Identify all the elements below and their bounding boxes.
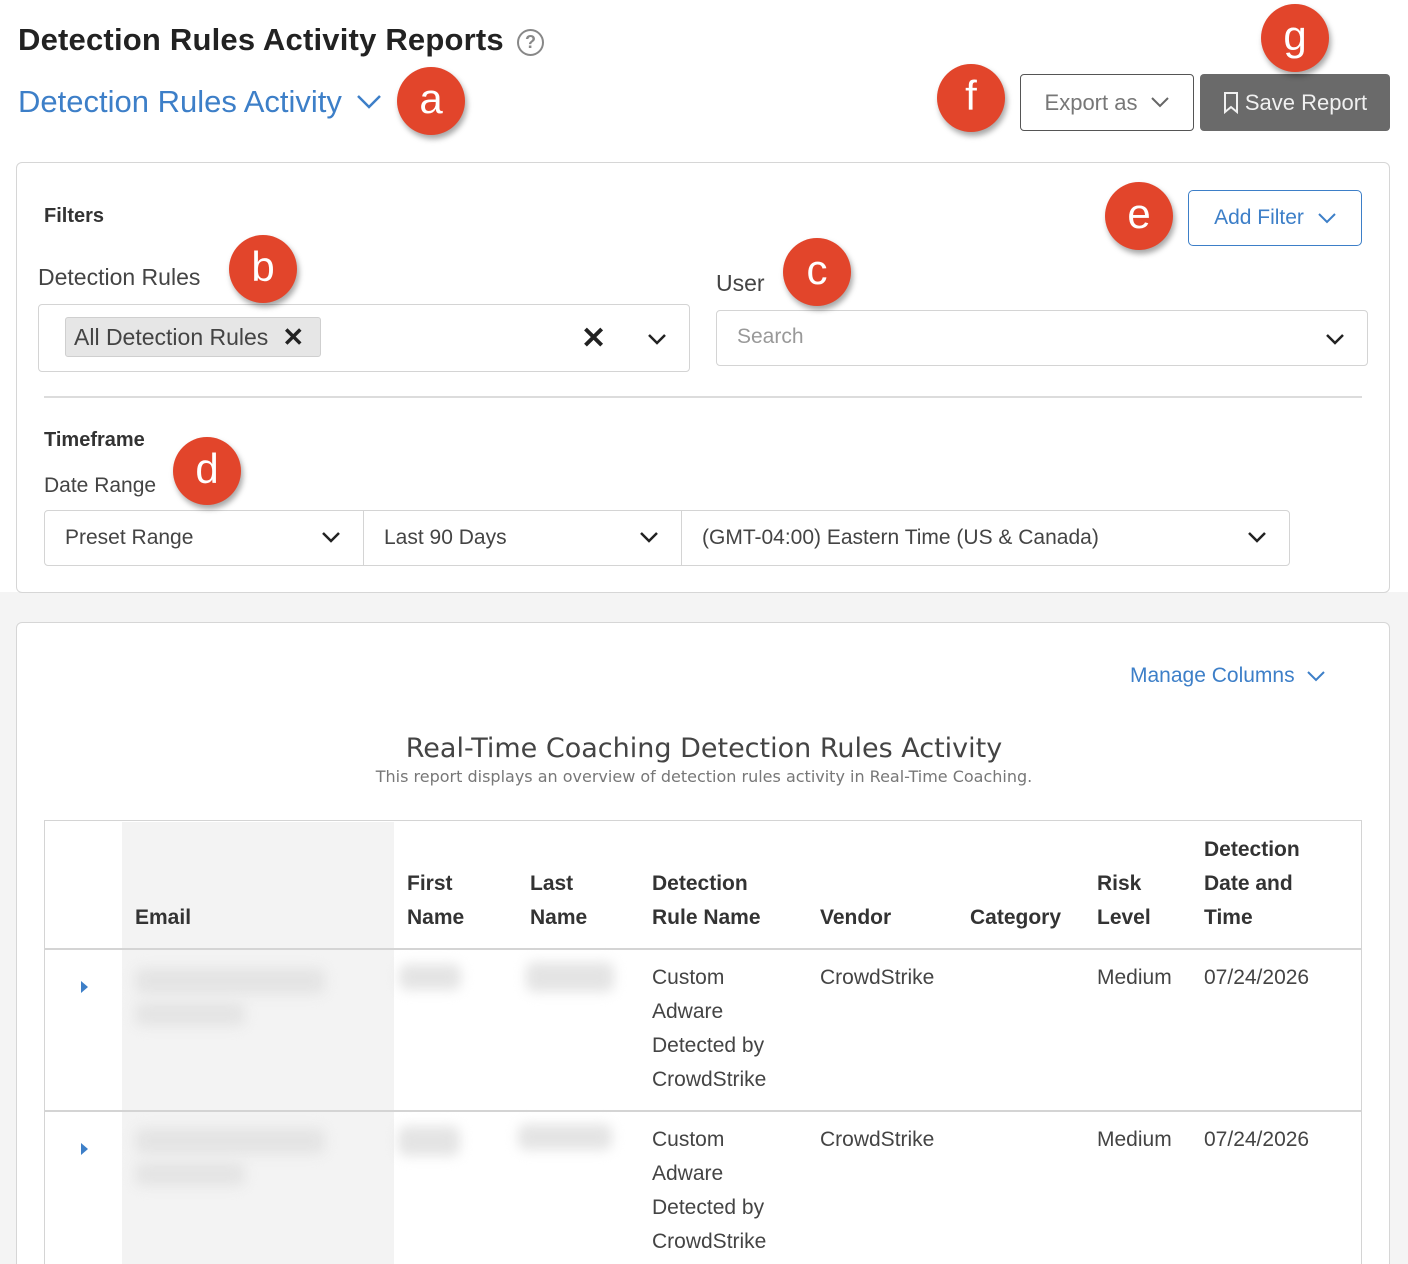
header-line: Time [1204, 906, 1253, 929]
rule-name-line: CrowdStrike [652, 1230, 767, 1253]
rule-name-line: Adware [652, 1000, 724, 1023]
preset-range-select[interactable]: Preset Range [44, 510, 364, 566]
vendor-cell: CrowdStrike [820, 1128, 935, 1151]
chevron-down-icon [1248, 532, 1266, 543]
redacted-last-name [526, 962, 614, 992]
clear-selection-icon[interactable]: ✕ [581, 321, 606, 356]
column-header-detection-rule-name[interactable]: Detection Rule Name [652, 867, 761, 935]
column-header-detection-date[interactable]: Detection Date and Time [1204, 833, 1300, 935]
page-title: Detection Rules Activity Reports [18, 22, 504, 57]
save-report-button[interactable]: Save Report [1200, 74, 1390, 131]
header-line: Risk [1097, 872, 1142, 895]
redacted-email [135, 1162, 245, 1186]
export-as-label: Export as [1044, 89, 1138, 115]
header-line: Name [407, 906, 465, 929]
row-divider [45, 1110, 1361, 1112]
header-line: Date and [1204, 872, 1293, 895]
chevron-down-icon [1306, 670, 1325, 681]
filters-heading: Filters [44, 205, 105, 227]
risk-level-cell: Medium [1097, 1128, 1172, 1151]
callout-badge-b: b [229, 235, 297, 303]
chevron-down-icon [322, 532, 340, 543]
add-filter-label: Add Filter [1214, 206, 1304, 229]
filters-divider [44, 396, 1362, 398]
column-header-vendor[interactable]: Vendor [820, 901, 891, 935]
column-header-email[interactable]: Email [135, 901, 191, 935]
callout-badge-g: g [1261, 4, 1329, 72]
detection-rules-chip: All Detection Rules ✕ [65, 317, 322, 357]
header-line: Detection [652, 872, 748, 895]
chevron-down-icon[interactable] [1325, 333, 1345, 345]
user-search-placeholder: Search [737, 325, 804, 348]
timeframe-heading: Timeframe [44, 429, 145, 451]
header-line: First [407, 872, 453, 895]
user-label: User [716, 270, 765, 296]
redacted-first-name [398, 1126, 460, 1156]
bookmark-icon [1223, 91, 1238, 114]
report-subtitle: This report displays an overview of dete… [375, 767, 1033, 786]
header-line: Detection [1204, 838, 1300, 861]
preset-range-value: Preset Range [65, 526, 194, 549]
rule-name-line: Detected by [652, 1196, 765, 1219]
date-range-label: Date Range [44, 474, 157, 497]
rule-name-cell: Custom Adware Detected by CrowdStrike [652, 961, 766, 1097]
manage-columns-label: Manage Columns [1130, 664, 1295, 687]
header-line: Name [530, 906, 588, 929]
risk-level-cell: Medium [1097, 966, 1172, 989]
rule-name-line: Custom [652, 1128, 725, 1151]
chevron-down-icon[interactable] [647, 333, 667, 345]
rule-name-line: Adware [652, 1162, 724, 1185]
manage-columns-button[interactable]: Manage Columns [1130, 664, 1325, 688]
email-column-highlight [122, 822, 394, 1264]
vendor-cell: CrowdStrike [820, 966, 935, 989]
chip-label: All Detection Rules [74, 323, 269, 350]
callout-badge-f: f [937, 64, 1005, 132]
redacted-first-name [399, 964, 461, 990]
header-line: Level [1097, 906, 1151, 929]
report-selector-dropdown[interactable]: Detection Rules Activity [18, 84, 382, 120]
detection-date-cell: 07/24/2026 [1204, 1128, 1310, 1151]
chevron-down-icon [640, 532, 658, 543]
column-header-risk-level[interactable]: Risk Level [1097, 867, 1151, 935]
column-header-first-name[interactable]: First Name [407, 867, 464, 935]
remove-chip-icon[interactable]: ✕ [282, 322, 304, 353]
callout-badge-d: d [173, 437, 241, 505]
help-icon[interactable]: ? [517, 29, 544, 56]
redacted-email [135, 968, 325, 994]
detection-date-cell: 07/24/2026 [1204, 966, 1310, 989]
redacted-last-name [518, 1124, 612, 1150]
export-as-button[interactable]: Export as [1020, 74, 1194, 131]
redacted-email [135, 1002, 245, 1026]
timezone-select[interactable]: (GMT-04:00) Eastern Time (US & Canada) [681, 510, 1290, 566]
timezone-value: (GMT-04:00) Eastern Time (US & Canada) [702, 526, 1099, 549]
add-filter-button[interactable]: Add Filter [1188, 190, 1362, 246]
user-select[interactable]: Search [716, 310, 1368, 366]
report-selector-label: Detection Rules Activity [18, 84, 342, 119]
callout-badge-e: e [1105, 182, 1173, 250]
rule-name-line: CrowdStrike [652, 1068, 767, 1091]
detection-rules-select[interactable]: All Detection Rules ✕ ✕ [38, 304, 690, 372]
chevron-down-icon [1318, 212, 1336, 223]
row-divider [45, 948, 1361, 950]
callout-badge-c: c [783, 238, 851, 306]
detection-rules-label: Detection Rules [38, 264, 201, 290]
callout-badge-a: a [397, 67, 465, 135]
expand-row-icon[interactable] [81, 1143, 88, 1155]
chevron-down-icon [357, 95, 381, 109]
chevron-down-icon [1151, 97, 1170, 108]
rule-name-cell: Custom Adware Detected by CrowdStrike [652, 1123, 766, 1259]
date-range-select[interactable]: Last 90 Days [363, 510, 682, 566]
rule-name-line: Custom [652, 966, 725, 989]
header-line: Rule Name [652, 906, 761, 929]
date-range-value: Last 90 Days [384, 526, 507, 549]
rule-name-line: Detected by [652, 1034, 765, 1057]
expand-row-icon[interactable] [81, 981, 88, 993]
column-header-category[interactable]: Category [970, 901, 1061, 935]
report-title: Real-Time Coaching Detection Rules Activ… [405, 733, 1003, 764]
redacted-email [135, 1128, 325, 1154]
save-report-label: Save Report [1244, 89, 1368, 115]
column-header-last-name[interactable]: Last Name [530, 867, 587, 935]
header-line: Last [530, 872, 574, 895]
